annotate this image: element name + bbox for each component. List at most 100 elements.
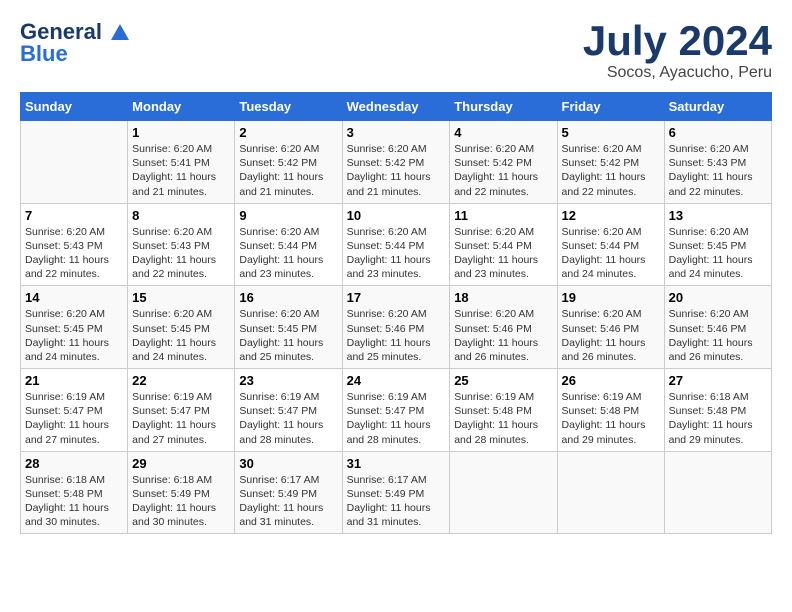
day-number: 1 [132, 125, 230, 140]
day-info: Sunrise: 6:20 AM Sunset: 5:41 PM Dayligh… [132, 142, 230, 199]
day-number: 9 [239, 208, 337, 223]
day-number: 10 [347, 208, 446, 223]
day-number: 4 [454, 125, 552, 140]
header-tuesday: Tuesday [235, 93, 342, 121]
day-number: 27 [669, 373, 767, 388]
day-number: 23 [239, 373, 337, 388]
day-cell [450, 451, 557, 534]
day-cell: 16 Sunrise: 6:20 AM Sunset: 5:45 PM Dayli… [235, 286, 342, 369]
day-cell: 24 Sunrise: 6:19 AM Sunset: 5:47 PM Dayli… [342, 369, 450, 452]
day-info: Sunrise: 6:20 AM Sunset: 5:42 PM Dayligh… [454, 142, 552, 199]
day-cell [557, 451, 664, 534]
day-number: 31 [347, 456, 446, 471]
day-info: Sunrise: 6:20 AM Sunset: 5:45 PM Dayligh… [132, 307, 230, 364]
page-header: General Blue July 2024 Socos, Ayacucho, … [20, 20, 772, 82]
day-info: Sunrise: 6:20 AM Sunset: 5:43 PM Dayligh… [669, 142, 767, 199]
day-cell: 29Sunrise: 6:18 AM Sunset: 5:49 PM Dayli… [128, 451, 235, 534]
day-info: Sunrise: 6:20 AM Sunset: 5:44 PM Dayligh… [239, 225, 337, 282]
day-cell: 6 Sunrise: 6:20 AM Sunset: 5:43 PM Daylig… [664, 121, 771, 204]
day-number: 15 [132, 290, 230, 305]
calendar-header-row: SundayMondayTuesdayWednesdayThursdayFrid… [21, 93, 772, 121]
day-cell: 28 Sunrise: 6:18 AM Sunset: 5:48 PM Dayli… [21, 451, 128, 534]
day-cell: 20 Sunrise: 6:20 AM Sunset: 5:46 PM Dayli… [664, 286, 771, 369]
day-number: 8 [132, 208, 230, 223]
day-info: Sunrise: 6:19 AM Sunset: 5:48 PM Dayligh… [454, 390, 552, 447]
day-info: Sunrise: 6:19 AM Sunset: 5:47 PM Dayligh… [25, 390, 123, 447]
day-info: Sunrise: 6:20 AM Sunset: 5:44 PM Dayligh… [347, 225, 446, 282]
location: Socos, Ayacucho, Peru [583, 64, 772, 82]
day-number: 13 [669, 208, 767, 223]
calendar-table: SundayMondayTuesdayWednesdayThursdayFrid… [20, 92, 772, 534]
day-cell: 5 Sunrise: 6:20 AM Sunset: 5:42 PM Daylig… [557, 121, 664, 204]
day-number: 22 [132, 373, 230, 388]
day-number: 24 [347, 373, 446, 388]
day-cell: 3 Sunrise: 6:20 AM Sunset: 5:42 PM Daylig… [342, 121, 450, 204]
day-cell: 26Sunrise: 6:19 AM Sunset: 5:48 PM Dayli… [557, 369, 664, 452]
day-info: Sunrise: 6:20 AM Sunset: 5:43 PM Dayligh… [132, 225, 230, 282]
day-cell: 12 Sunrise: 6:20 AM Sunset: 5:44 PM Dayli… [557, 203, 664, 286]
day-info: Sunrise: 6:18 AM Sunset: 5:48 PM Dayligh… [25, 473, 123, 530]
day-info: Sunrise: 6:19 AM Sunset: 5:47 PM Dayligh… [132, 390, 230, 447]
day-number: 5 [562, 125, 660, 140]
day-cell [21, 121, 128, 204]
day-info: Sunrise: 6:20 AM Sunset: 5:46 PM Dayligh… [669, 307, 767, 364]
logo-blue: Blue [20, 42, 132, 66]
day-cell: 18Sunrise: 6:20 AM Sunset: 5:46 PM Dayli… [450, 286, 557, 369]
week-row-2: 14Sunrise: 6:20 AM Sunset: 5:45 PM Dayli… [21, 286, 772, 369]
day-cell: 17 Sunrise: 6:20 AM Sunset: 5:46 PM Dayli… [342, 286, 450, 369]
header-friday: Friday [557, 93, 664, 121]
day-info: Sunrise: 6:20 AM Sunset: 5:42 PM Dayligh… [347, 142, 446, 199]
day-info: Sunrise: 6:17 AM Sunset: 5:49 PM Dayligh… [239, 473, 337, 530]
day-cell: 11Sunrise: 6:20 AM Sunset: 5:44 PM Dayli… [450, 203, 557, 286]
day-info: Sunrise: 6:20 AM Sunset: 5:42 PM Dayligh… [562, 142, 660, 199]
day-info: Sunrise: 6:20 AM Sunset: 5:44 PM Dayligh… [562, 225, 660, 282]
day-info: Sunrise: 6:20 AM Sunset: 5:45 PM Dayligh… [669, 225, 767, 282]
day-info: Sunrise: 6:20 AM Sunset: 5:45 PM Dayligh… [239, 307, 337, 364]
week-row-4: 28 Sunrise: 6:18 AM Sunset: 5:48 PM Dayli… [21, 451, 772, 534]
day-cell [664, 451, 771, 534]
day-number: 12 [562, 208, 660, 223]
day-cell: 30Sunrise: 6:17 AM Sunset: 5:49 PM Dayli… [235, 451, 342, 534]
day-cell: 22 Sunrise: 6:19 AM Sunset: 5:47 PM Dayli… [128, 369, 235, 452]
day-number: 20 [669, 290, 767, 305]
day-number: 6 [669, 125, 767, 140]
day-info: Sunrise: 6:19 AM Sunset: 5:47 PM Dayligh… [347, 390, 446, 447]
logo-icon [109, 22, 131, 44]
day-number: 3 [347, 125, 446, 140]
day-cell: 23 Sunrise: 6:19 AM Sunset: 5:47 PM Dayli… [235, 369, 342, 452]
logo: General Blue [20, 20, 132, 66]
day-cell: 1 Sunrise: 6:20 AM Sunset: 5:41 PM Daylig… [128, 121, 235, 204]
day-number: 28 [25, 456, 123, 471]
day-number: 21 [25, 373, 123, 388]
day-number: 17 [347, 290, 446, 305]
day-info: Sunrise: 6:17 AM Sunset: 5:49 PM Dayligh… [347, 473, 446, 530]
day-number: 19 [562, 290, 660, 305]
day-cell: 8 Sunrise: 6:20 AM Sunset: 5:43 PM Daylig… [128, 203, 235, 286]
header-thursday: Thursday [450, 93, 557, 121]
header-wednesday: Wednesday [342, 93, 450, 121]
header-saturday: Saturday [664, 93, 771, 121]
day-cell: 19 Sunrise: 6:20 AM Sunset: 5:46 PM Dayli… [557, 286, 664, 369]
day-info: Sunrise: 6:20 AM Sunset: 5:45 PM Dayligh… [25, 307, 123, 364]
header-sunday: Sunday [21, 93, 128, 121]
month-title: July 2024 [583, 20, 772, 62]
day-info: Sunrise: 6:20 AM Sunset: 5:46 PM Dayligh… [562, 307, 660, 364]
day-cell: 31 Sunrise: 6:17 AM Sunset: 5:49 PM Dayli… [342, 451, 450, 534]
day-number: 16 [239, 290, 337, 305]
day-info: Sunrise: 6:19 AM Sunset: 5:47 PM Dayligh… [239, 390, 337, 447]
header-monday: Monday [128, 93, 235, 121]
day-info: Sunrise: 6:20 AM Sunset: 5:46 PM Dayligh… [347, 307, 446, 364]
day-cell: 21 Sunrise: 6:19 AM Sunset: 5:47 PM Dayli… [21, 369, 128, 452]
day-cell: 4 Sunrise: 6:20 AM Sunset: 5:42 PM Daylig… [450, 121, 557, 204]
day-cell: 14Sunrise: 6:20 AM Sunset: 5:45 PM Dayli… [21, 286, 128, 369]
day-info: Sunrise: 6:20 AM Sunset: 5:43 PM Dayligh… [25, 225, 123, 282]
day-cell: 15 Sunrise: 6:20 AM Sunset: 5:45 PM Dayli… [128, 286, 235, 369]
week-row-1: 7Sunrise: 6:20 AM Sunset: 5:43 PM Daylig… [21, 203, 772, 286]
day-info: Sunrise: 6:18 AM Sunset: 5:48 PM Dayligh… [669, 390, 767, 447]
day-number: 26 [562, 373, 660, 388]
day-info: Sunrise: 6:20 AM Sunset: 5:44 PM Dayligh… [454, 225, 552, 282]
day-cell: 25Sunrise: 6:19 AM Sunset: 5:48 PM Dayli… [450, 369, 557, 452]
day-cell: 27 Sunrise: 6:18 AM Sunset: 5:48 PM Dayli… [664, 369, 771, 452]
week-row-0: 1 Sunrise: 6:20 AM Sunset: 5:41 PM Daylig… [21, 121, 772, 204]
day-info: Sunrise: 6:20 AM Sunset: 5:46 PM Dayligh… [454, 307, 552, 364]
